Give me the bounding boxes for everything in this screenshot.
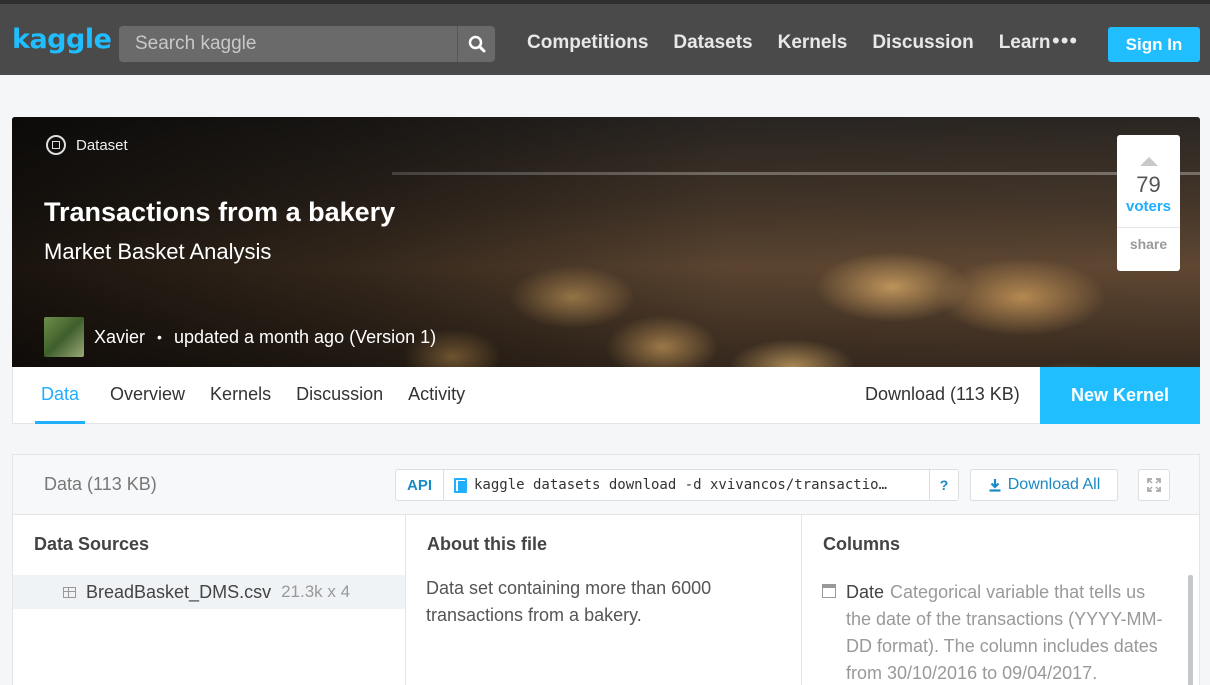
api-help-button[interactable]: ?: [930, 470, 958, 500]
tab-activity[interactable]: Activity: [408, 367, 465, 424]
dataset-title: Transactions from a bakery: [44, 197, 396, 227]
search-icon: [468, 35, 485, 53]
author-name[interactable]: Xavier: [94, 327, 145, 348]
avatar[interactable]: [44, 317, 84, 357]
about-file-column: About this file Data set containing more…: [406, 515, 802, 685]
kaggle-logo[interactable]: kaggle: [12, 24, 112, 55]
main-nav: Competitions Datasets Kernels Discussion…: [527, 32, 1050, 54]
file-name: BreadBasket_DMS.csv: [86, 581, 272, 602]
api-command-box[interactable]: kaggle datasets download -d xvivancos/tr…: [444, 470, 930, 500]
search-bar: [119, 26, 495, 62]
share-button[interactable]: share: [1117, 236, 1180, 252]
upvote-arrow-icon[interactable]: [1139, 157, 1158, 166]
about-file-heading: About this file: [427, 534, 547, 554]
file-dimensions: 21.3k x 4: [281, 582, 351, 601]
api-button[interactable]: API: [396, 470, 444, 500]
table-icon: [63, 586, 76, 598]
download-link[interactable]: Download (113 KB): [865, 384, 1020, 405]
search-button[interactable]: [457, 26, 495, 62]
dataset-header: Dataset Transactions from a bakery Marke…: [12, 117, 1200, 367]
vote-count: 79: [1136, 172, 1161, 197]
vote-box: 79 voters share: [1117, 135, 1180, 271]
search-input[interactable]: [119, 26, 457, 62]
nav-kernels[interactable]: Kernels: [778, 32, 848, 54]
column-description: Categorical variable that tells us the d…: [846, 582, 1163, 683]
voters-link[interactable]: voters: [1117, 198, 1180, 215]
sign-in-button[interactable]: Sign In: [1108, 27, 1200, 62]
api-command-text: kaggle datasets download -d xvivancos/tr…: [474, 477, 888, 493]
dataset-type-label: Dataset: [46, 135, 128, 155]
api-command-group: API kaggle datasets download -d xvivanco…: [395, 469, 959, 501]
tab-discussion[interactable]: Discussion: [296, 367, 383, 424]
separator-dot: •: [157, 329, 162, 345]
data-size-title: Data (113 KB): [44, 474, 157, 494]
data-panel: Data (113 KB) API kaggle datasets downlo…: [12, 454, 1200, 685]
tab-overview[interactable]: Overview: [110, 367, 185, 424]
dataset-tabbar: Data Overview Kernels Discussion Activit…: [12, 367, 1200, 424]
data-panel-header: Data (113 KB) API kaggle datasets downlo…: [13, 455, 1199, 515]
nav-datasets[interactable]: Datasets: [673, 32, 752, 54]
download-all-label: Download All: [1007, 476, 1101, 493]
column-item: Date Categorical variable that tells us t…: [822, 579, 1172, 685]
columns-column: Columns Date Categorical variable that te…: [802, 515, 1201, 685]
nav-learn[interactable]: Learn: [999, 32, 1051, 54]
dataset-type-text: Dataset: [76, 136, 128, 154]
more-menu-icon[interactable]: •••: [1052, 30, 1078, 52]
expand-icon: [1147, 478, 1161, 492]
column-name: Date: [846, 582, 885, 602]
nav-competitions[interactable]: Competitions: [527, 32, 648, 54]
column-description-block: Date Categorical variable that tells us t…: [846, 579, 1172, 685]
file-list-item[interactable]: BreadBasket_DMS.csv 21.3k x 4: [13, 575, 405, 609]
tab-list: Data Overview Kernels Discussion Activit…: [35, 367, 465, 424]
columns-heading: Columns: [823, 534, 901, 554]
new-kernel-button[interactable]: New Kernel: [1040, 367, 1200, 424]
copy-icon[interactable]: [454, 477, 468, 493]
author-info: Xavier • updated a month ago (Version 1): [44, 317, 436, 357]
dataset-icon: [46, 135, 66, 155]
top-navbar: kaggle Competitions Datasets Kernels Dis…: [0, 0, 1210, 75]
vote-divider: [1117, 227, 1180, 228]
download-icon: [989, 479, 1001, 492]
expand-button[interactable]: [1138, 469, 1170, 501]
nav-discussion[interactable]: Discussion: [872, 32, 973, 54]
tab-data[interactable]: Data: [35, 367, 86, 424]
tab-kernels[interactable]: Kernels: [210, 367, 271, 424]
calendar-icon: [822, 584, 836, 598]
download-all-button[interactable]: Download All: [970, 469, 1118, 501]
data-sources-heading: Data Sources: [34, 534, 150, 554]
about-file-text: Data set containing more than 6000 trans…: [426, 578, 712, 625]
dataset-subtitle: Market Basket Analysis: [44, 239, 272, 264]
data-sources-column: Data Sources BreadBasket_DMS.csv 21.3k x…: [13, 515, 406, 685]
columns-scrollbar[interactable]: [1188, 575, 1193, 685]
updated-text: updated a month ago (Version 1): [173, 326, 437, 347]
